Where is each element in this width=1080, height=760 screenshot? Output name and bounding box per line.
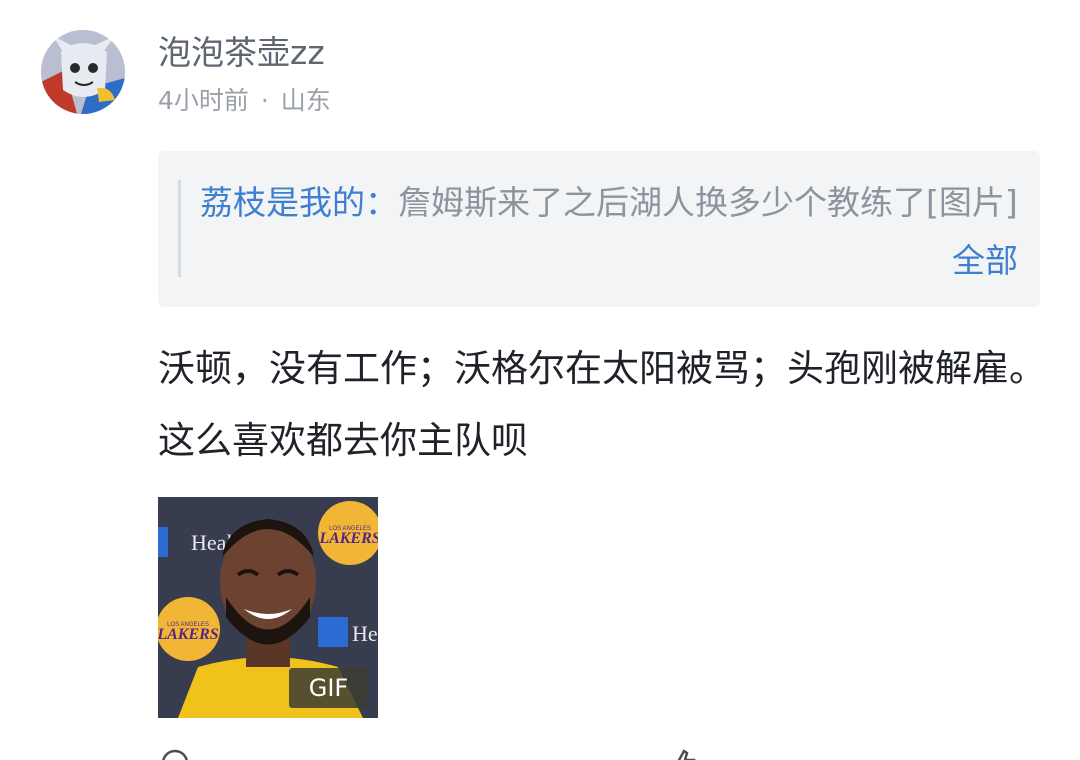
quote-content: 詹姆斯来了之后湖人换多少个教练了[图片]: [398, 183, 1018, 222]
meta-separator: ·: [260, 86, 269, 115]
quote-bar: [178, 180, 181, 277]
comment-icon[interactable]: [160, 748, 190, 760]
quote-expand-link[interactable]: 全部: [952, 232, 1018, 289]
lakers-logo-left: LOS ANGELES LAKERS: [158, 597, 220, 661]
quote-text-block: 荔枝是我的：詹姆斯来了之后湖人换多少个教练了[图片]: [200, 174, 1020, 231]
svg-text:LAKERS: LAKERS: [318, 530, 378, 547]
location: 山东: [280, 86, 331, 115]
avatar[interactable]: [41, 30, 125, 114]
svg-text:LAKERS: LAKERS: [158, 626, 219, 643]
username[interactable]: 泡泡茶壶zz: [158, 32, 325, 74]
gif-thumbnail[interactable]: Healt He LOS ANGELES LAKERS LOS ANGELES …: [158, 497, 378, 718]
like-icon[interactable]: [668, 748, 698, 760]
gif-badge: GIF: [289, 668, 368, 708]
quoted-comment[interactable]: 荔枝是我的：詹姆斯来了之后湖人换多少个教练了[图片] 全部: [158, 151, 1040, 307]
comment-body: 沃顿，没有工作；沃格尔在太阳被骂；头孢刚被解雇。这么喜欢都去你主队呗: [158, 347, 1046, 462]
avatar-image: [41, 30, 125, 114]
backdrop-text-2: He: [352, 621, 378, 646]
comment-card: 泡泡茶壶zz 4小时前 · 山东 荔枝是我的：詹姆斯来了之后湖人换多少个教练了[…: [0, 0, 1080, 760]
comment-meta: 4小时前 · 山东: [158, 84, 331, 118]
quote-author[interactable]: 荔枝是我的：: [200, 183, 398, 222]
timestamp: 4小时前: [158, 86, 249, 115]
